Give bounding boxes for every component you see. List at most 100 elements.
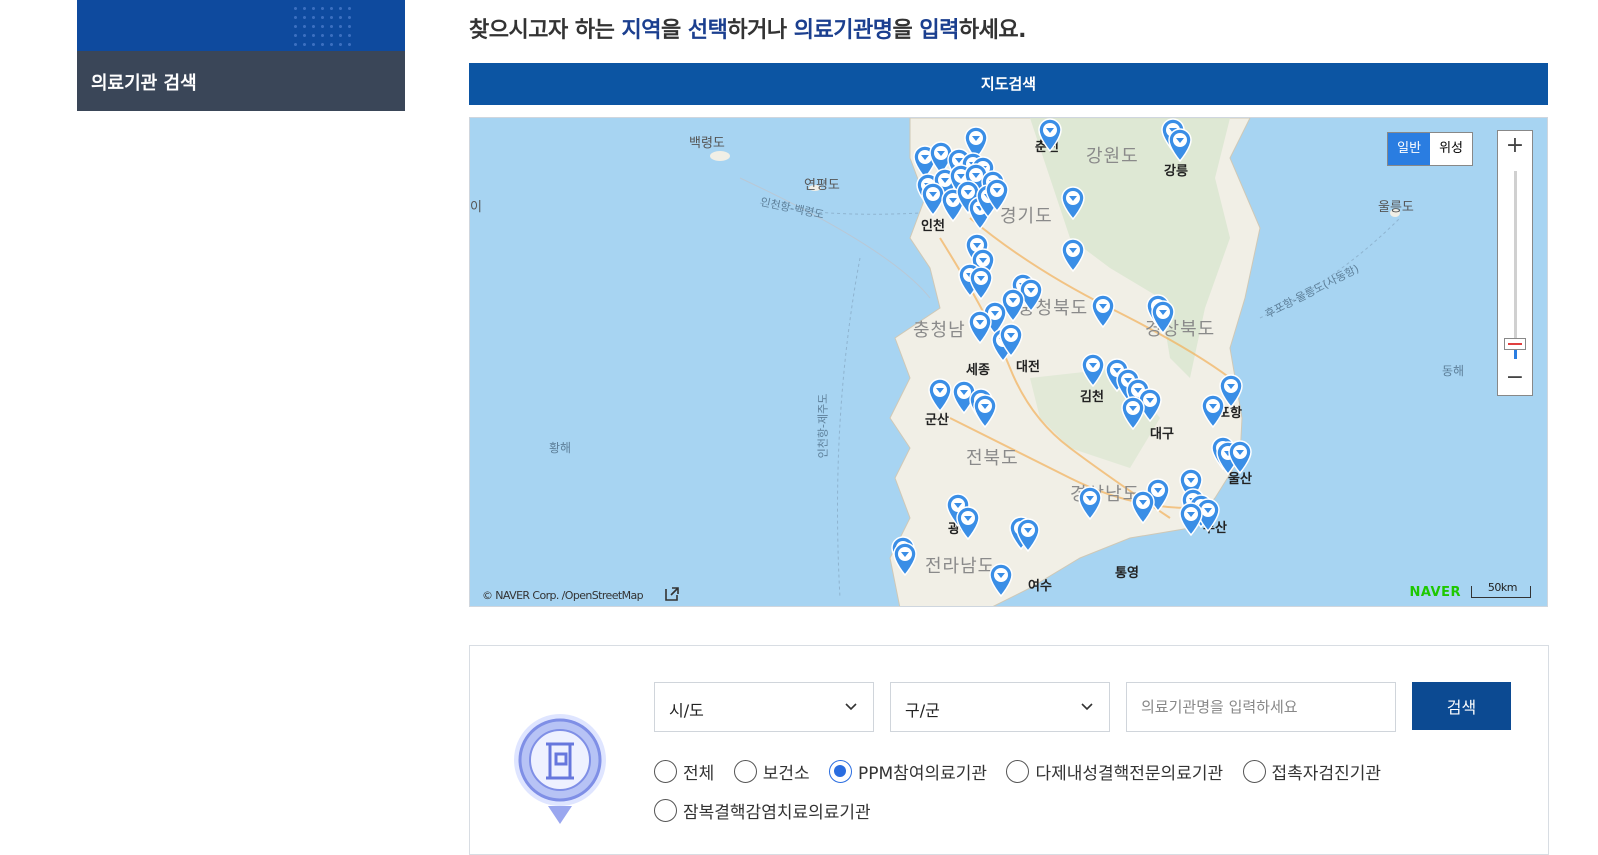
map-label: 동해	[1442, 364, 1465, 378]
facility-pin-icon[interactable]	[1080, 353, 1106, 387]
radio-ppm[interactable]: PPM참여의료기관	[829, 759, 987, 784]
radio-all[interactable]: 전체	[654, 759, 714, 784]
external-link-icon[interactable]	[663, 585, 681, 603]
gugun-select-value: 구/군	[905, 701, 940, 720]
headline-text: 하거나	[727, 18, 794, 43]
map-type-toggle: 일반 위성	[1387, 132, 1473, 166]
map-label: 울릉도	[1378, 200, 1414, 215]
facility-pin-icon[interactable]	[1130, 490, 1156, 524]
map-label: 강릉	[1164, 164, 1188, 179]
headline-highlight: 입력	[919, 18, 959, 43]
zoom-control: + −	[1497, 130, 1533, 396]
facility-pin-icon[interactable]	[892, 542, 918, 576]
gugun-select[interactable]: 구/군	[890, 682, 1110, 732]
map-label: 이	[470, 200, 482, 215]
naver-logo: NAVER	[1409, 585, 1461, 600]
radio-label: 전체	[683, 764, 715, 784]
radio-health-center[interactable]: 보건소	[733, 759, 810, 784]
radio-circle[interactable]	[654, 799, 677, 822]
facility-pin-icon[interactable]	[927, 378, 953, 412]
facility-pin-icon[interactable]	[1150, 300, 1176, 334]
hospital-name-input[interactable]	[1126, 682, 1396, 732]
facility-pin-icon[interactable]	[1060, 238, 1086, 272]
map-label: 강원도	[1086, 146, 1139, 167]
chevron-down-icon	[845, 703, 857, 711]
zoom-out-button[interactable]: −	[1498, 363, 1532, 395]
facility-pin-icon[interactable]	[972, 394, 998, 428]
map-label: 통영	[1115, 566, 1139, 581]
facility-pin-icon[interactable]	[968, 266, 994, 300]
map-type-satellite-button[interactable]: 위성	[1430, 133, 1472, 165]
headline-text: 을	[892, 18, 920, 43]
dot-pattern	[291, 4, 357, 48]
headline-text: 을	[660, 18, 688, 43]
map-label: 연평도	[804, 178, 840, 193]
map-label: 황해	[549, 441, 572, 455]
ferry-route	[837, 257, 861, 599]
sido-select[interactable]: 시/도	[654, 682, 874, 732]
hospital-emblem-icon	[514, 714, 606, 824]
facility-pin-icon[interactable]	[1178, 502, 1204, 536]
sidebar-item-label: 의료기관 검색	[91, 73, 197, 94]
map-search-header: 지도검색	[469, 63, 1548, 105]
headline-text: 하세요.	[958, 18, 1027, 43]
zoom-in-button[interactable]: +	[1498, 131, 1532, 163]
map-label: 충청남	[913, 320, 966, 341]
facility-pin-icon[interactable]	[1015, 518, 1041, 552]
search-panel: 시/도 구/군 검색 전체 보건소 PPM참여의료기관 다제내성결핵전문의료기관…	[469, 645, 1549, 855]
map-label: 전북도	[966, 448, 1019, 469]
facility-pin-icon[interactable]	[955, 506, 981, 540]
facility-pin-icon[interactable]	[998, 323, 1024, 357]
facility-pin-icon[interactable]	[1060, 186, 1086, 220]
map-label: 대전	[1016, 360, 1040, 375]
headline-highlight: 지역	[621, 18, 662, 43]
radio-circle[interactable]	[829, 760, 853, 783]
radio-label: 잠복결핵감염치료의료기관	[683, 803, 871, 823]
radio-circle[interactable]	[654, 760, 677, 783]
radio-label: 보건소	[762, 764, 810, 784]
facility-pin-icon[interactable]	[1077, 486, 1103, 520]
island-baengnyeong	[710, 151, 730, 161]
facility-pin-icon[interactable]	[988, 563, 1014, 597]
facility-pin-icon[interactable]	[1037, 118, 1063, 152]
radio-circle[interactable]	[1242, 760, 1266, 783]
facility-pin-icon[interactable]	[1090, 294, 1116, 328]
map-label: 대구	[1150, 427, 1174, 442]
map-label: 인천항-제주도	[816, 393, 830, 459]
zoom-handle[interactable]	[1504, 338, 1526, 350]
radio-circle[interactable]	[1006, 760, 1030, 783]
facility-pin-icon[interactable]	[1167, 128, 1193, 162]
chevron-down-icon	[1081, 703, 1093, 711]
map-label: 백령도	[689, 136, 725, 151]
radio-mdr-tb[interactable]: 다제내성결핵전문의료기관	[1006, 759, 1223, 784]
search-button[interactable]: 검색	[1412, 682, 1511, 730]
map-view[interactable]: 백령도 연평도 인천항-백령도 인천항-제주도 후포항-울릉도(사동항) 울릉도…	[469, 117, 1548, 607]
headline-highlight: 선택	[687, 18, 728, 43]
scale-bar	[1471, 586, 1531, 598]
radio-label: PPM참여의료기관	[858, 764, 988, 784]
island-jindo	[911, 580, 939, 596]
radio-contact-screening[interactable]: 접촉자검진기관	[1242, 759, 1382, 784]
headline-text: 찾으시고자 하는	[469, 18, 622, 43]
facility-pin-icon[interactable]	[1120, 396, 1146, 430]
facility-pin-icon[interactable]	[984, 178, 1010, 212]
headline-highlight: 의료기관명	[793, 18, 893, 43]
page-title: 찾으시고자 하는 지역을 선택하거나 의료기관명을 입력하세요.	[469, 12, 1026, 44]
sidebar-banner	[77, 0, 405, 51]
map-type-normal-button[interactable]: 일반	[1388, 133, 1431, 165]
map-copyright: © NAVER Corp. /OpenStreetMap	[482, 589, 644, 602]
facility-type-radio-group: 전체 보건소 PPM참여의료기관 다제내성결핵전문의료기관 접촉자검진기관 잠복…	[654, 759, 1414, 837]
sidebar-item-hospital-search[interactable]: 의료기관 검색	[77, 51, 405, 111]
radio-circle[interactable]	[733, 760, 757, 783]
radio-label: 다제내성결핵전문의료기관	[1035, 764, 1224, 784]
map-label: 전라남도	[925, 556, 996, 577]
map-label: 세종	[966, 363, 990, 378]
map-label: 김천	[1080, 390, 1104, 405]
radio-label: 접촉자검진기관	[1271, 764, 1382, 784]
sido-select-value: 시/도	[669, 701, 704, 720]
zoom-track[interactable]	[1514, 171, 1517, 355]
radio-latent-tb[interactable]: 잠복결핵감염치료의료기관	[654, 798, 871, 823]
facility-pin-icon[interactable]	[1227, 440, 1253, 474]
map-label: 여수	[1028, 579, 1052, 594]
facility-pin-icon[interactable]	[1200, 394, 1226, 428]
